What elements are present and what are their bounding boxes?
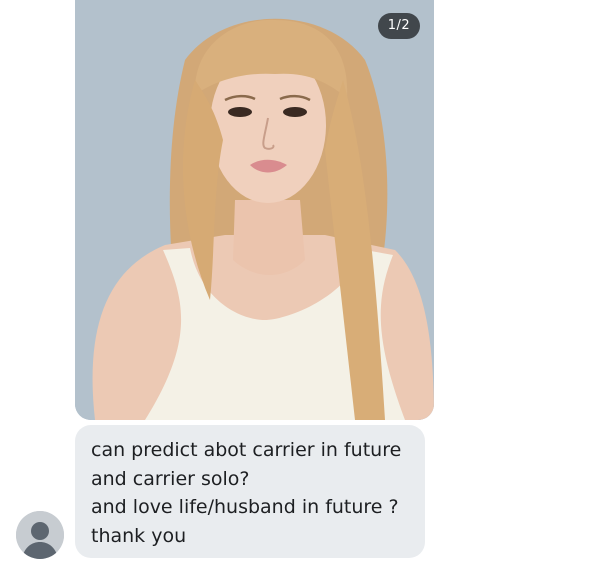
chat-screen: 1/2 can predict abot carrier in future a… <box>0 0 600 564</box>
message-line: and love life/husband in future ? <box>91 496 399 518</box>
default-user-icon <box>16 511 64 559</box>
photo-image <box>75 0 434 420</box>
sender-avatar[interactable] <box>16 511 64 559</box>
message-line: thank you <box>91 524 187 547</box>
image-page-counter: 1/2 <box>378 13 420 39</box>
message-bubble[interactable]: can predict abot carrier in future and c… <box>75 425 425 558</box>
photo-attachment[interactable]: 1/2 <box>75 0 434 420</box>
message-line: can predict abot carrier in future <box>91 439 402 461</box>
message-line: and carrier solo? <box>91 467 250 490</box>
